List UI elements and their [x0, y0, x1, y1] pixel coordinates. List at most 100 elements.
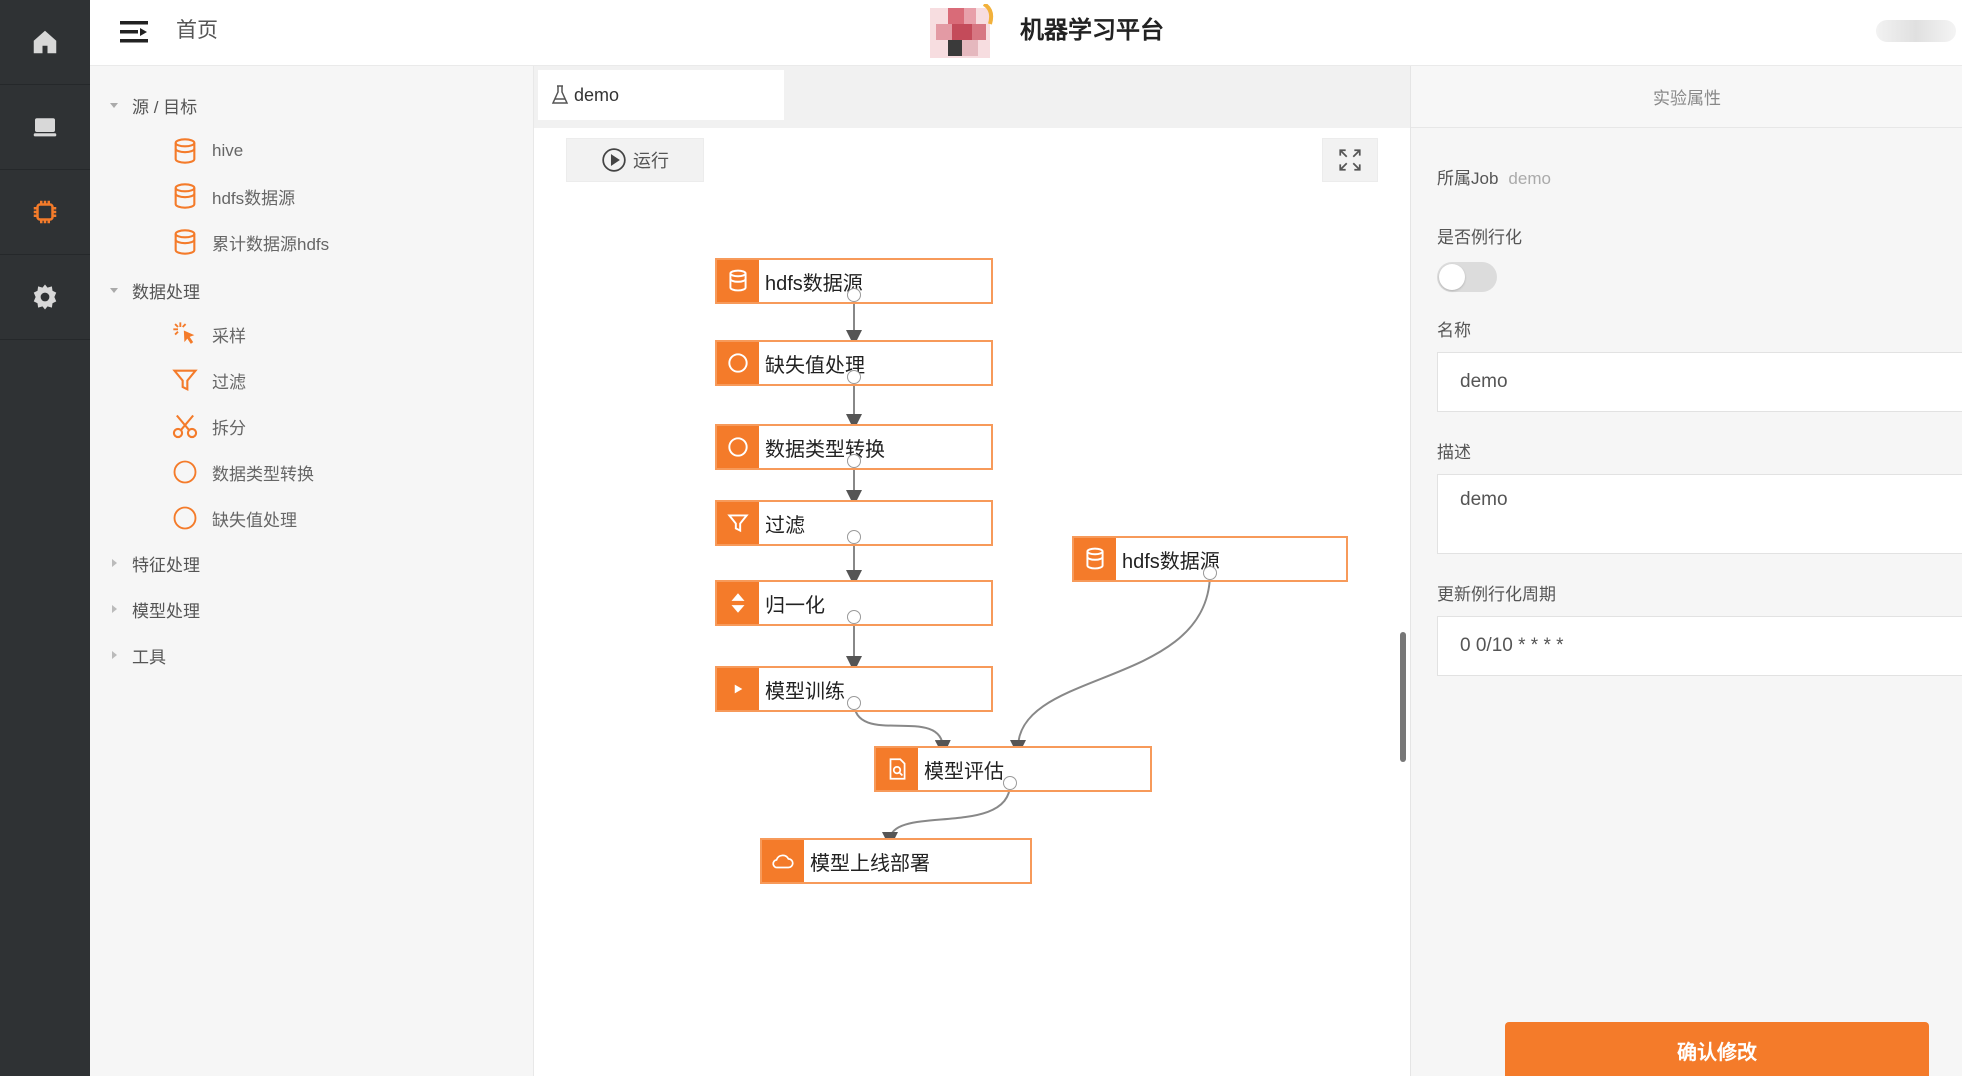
routine-toggle[interactable]: [1437, 262, 1497, 292]
job-value: demo: [1508, 169, 1551, 188]
node-label: 模型上线部署: [810, 852, 930, 875]
tree-item-label: 过滤: [212, 372, 246, 392]
tree-group-label: 特征处理: [132, 555, 200, 575]
edge: [1010, 572, 1211, 756]
properties-panel: 实验属性 所属Jobdemo 是否例行化 名称 描述 demo 更新例行化周期 …: [1410, 66, 1962, 1076]
confirm-button[interactable]: 确认修改: [1505, 1022, 1929, 1076]
node-label: 模型训练: [765, 680, 845, 703]
tree-group-source-target[interactable]: 源 / 目标: [104, 90, 197, 120]
tree-item-cumulative-hdfs[interactable]: 累计数据源hdfs: [170, 225, 329, 259]
tree-group-label: 源 / 目标: [132, 97, 198, 117]
tree-item-hdfs-source[interactable]: hdfs数据源: [170, 179, 295, 213]
component-tree: 源 / 目标 hive hdfs数据源 累计数据源hdfs 数据处理 采样 过滤…: [90, 66, 534, 1076]
breadcrumb-home[interactable]: 首页: [176, 16, 218, 46]
nav-rail: [0, 0, 90, 1076]
node-model-deploy[interactable]: 模型上线部署: [760, 838, 1032, 884]
tree-item-label: hdfs数据源: [212, 188, 296, 208]
tree-item-missing-value[interactable]: 缺失值处理: [170, 501, 297, 535]
tab-demo[interactable]: demo: [538, 70, 784, 120]
database-icon: [174, 229, 196, 255]
output-port[interactable]: [847, 696, 861, 710]
filter-icon: [727, 514, 749, 533]
output-port[interactable]: [1003, 776, 1017, 790]
app-title: 机器学习平台: [1020, 17, 1164, 44]
edge: [882, 783, 1011, 848]
tree-item-label: 缺失值处理: [212, 510, 297, 530]
play-icon: [734, 684, 743, 694]
name-input[interactable]: [1437, 352, 1962, 412]
menu-toggle-icon[interactable]: [118, 18, 150, 46]
normalize-icon: [731, 593, 745, 613]
scissors-icon: [172, 414, 198, 439]
tree-group-model-processing[interactable]: 模型处理: [104, 594, 200, 624]
flask-icon: [551, 85, 569, 104]
workflow-canvas[interactable]: 运行 hdfs数据源 缺失值处理 数据类型转换 过滤 hdfs数据源 归一化 模…: [534, 128, 1410, 1076]
job-label: 所属Job: [1437, 169, 1499, 188]
tree-item-filter[interactable]: 过滤: [170, 363, 246, 397]
tree-item-label: 累计数据源hdfs: [212, 234, 330, 254]
cloud-icon: [772, 854, 794, 869]
tree-item-hive[interactable]: hive: [170, 134, 243, 168]
output-port[interactable]: [1203, 566, 1217, 580]
name-label: 名称: [1437, 321, 1471, 340]
top-header: 首页 机器学习平台: [90, 0, 1962, 66]
chip-icon: [33, 200, 57, 224]
filter-icon: [172, 369, 198, 392]
output-port[interactable]: [847, 288, 861, 302]
tree-item-type-convert[interactable]: 数据类型转换: [170, 455, 314, 489]
job-row: 所属Job demo: [1437, 164, 1551, 189]
node-label: 数据类型转换: [765, 438, 885, 461]
rail-item-monitor[interactable]: [0, 85, 90, 170]
tree-item-label: hive: [212, 141, 244, 160]
rail-item-settings[interactable]: [0, 255, 90, 340]
canvas-area: demo 运行 hdfs数据源 缺失值处理 数据类型转换 过滤 hdfs数据源 …: [534, 66, 1410, 1076]
desc-textarea[interactable]: demo: [1437, 474, 1962, 554]
user-menu[interactable]: [1876, 20, 1956, 42]
caret-down-icon: [104, 280, 124, 300]
database-icon: [1086, 547, 1104, 570]
routine-label: 是否例行化: [1437, 228, 1522, 247]
tree-group-feature-processing[interactable]: 特征处理: [104, 548, 200, 578]
canvas-scrollbar[interactable]: [1400, 632, 1406, 762]
toggle-knob: [1439, 264, 1465, 290]
node-label: 过滤: [765, 514, 805, 537]
node-label: 归一化: [765, 594, 825, 617]
caret-right-icon: [104, 553, 124, 573]
home-icon: [33, 30, 57, 54]
tab-bar: demo: [534, 66, 1410, 124]
monitor-icon: [33, 118, 57, 137]
evaluate-icon: [889, 758, 906, 780]
period-input[interactable]: [1437, 616, 1962, 676]
database-icon: [729, 269, 747, 292]
caret-down-icon: [104, 95, 124, 115]
tree-item-label: 采样: [212, 326, 246, 346]
output-port[interactable]: [847, 610, 861, 624]
tree-item-label: 数据类型转换: [212, 464, 314, 484]
database-icon: [174, 183, 196, 209]
rail-item-home[interactable]: [0, 0, 90, 85]
tree-group-label: 数据处理: [132, 282, 200, 302]
tab-label: demo: [574, 84, 620, 105]
tree-group-tools[interactable]: 工具: [104, 640, 166, 670]
desc-label: 描述: [1437, 443, 1471, 462]
tree-item-split[interactable]: 拆分: [170, 409, 246, 443]
rail-item-chip[interactable]: [0, 170, 90, 255]
output-port[interactable]: [847, 454, 861, 468]
circle-icon: [728, 353, 748, 373]
tree-item-label: 拆分: [212, 418, 246, 438]
output-port[interactable]: [847, 370, 861, 384]
caret-right-icon: [104, 645, 124, 665]
tree-group-data-processing[interactable]: 数据处理: [104, 275, 200, 305]
caret-right-icon: [104, 599, 124, 619]
app-logo-icon: [930, 4, 994, 58]
node-label: 模型评估: [924, 760, 1004, 783]
tree-group-label: 工具: [132, 647, 166, 667]
tree-group-label: 模型处理: [132, 601, 200, 621]
tree-item-sampling[interactable]: 采样: [170, 317, 246, 351]
gear-icon: [33, 284, 57, 310]
circle-icon: [728, 437, 748, 457]
output-port[interactable]: [847, 530, 861, 544]
circle-icon: [173, 460, 197, 484]
circle-icon: [173, 506, 197, 530]
period-label: 更新例行化周期: [1437, 585, 1556, 604]
